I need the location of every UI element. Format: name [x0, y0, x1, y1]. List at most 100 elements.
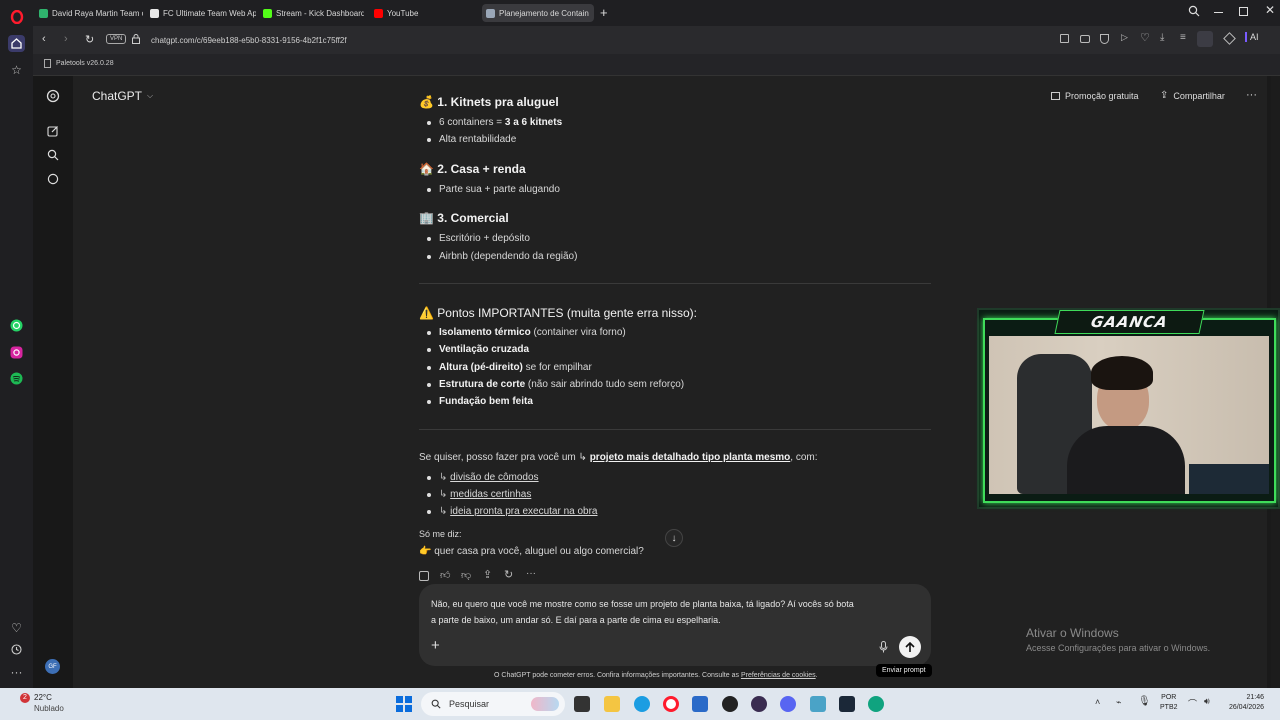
- app-icon-dark[interactable]: [722, 696, 738, 712]
- promo-button[interactable]: Promoção gratuita: [1051, 91, 1139, 101]
- maximize-button[interactable]: [1239, 7, 1248, 16]
- new-chat-icon[interactable]: [45, 123, 61, 139]
- chats-icon[interactable]: [45, 171, 61, 187]
- tab-label: YouTube: [387, 8, 419, 18]
- arrow-glyph: ↳: [578, 452, 587, 463]
- model-selector[interactable]: ChatGPT ⌵: [92, 89, 153, 103]
- history-icon[interactable]: [8, 641, 25, 658]
- list-item-bold: Altura (pé-direito): [439, 362, 523, 373]
- forward-icon[interactable]: ›: [64, 33, 68, 45]
- profile-avatar[interactable]: GF: [45, 659, 60, 674]
- close-button[interactable]: ✕: [1265, 3, 1275, 17]
- edge-icon[interactable]: [634, 696, 650, 712]
- search-icon[interactable]: [45, 147, 61, 163]
- star-icon[interactable]: ☆: [8, 61, 25, 78]
- microphone-icon[interactable]: [879, 641, 888, 653]
- play-icon[interactable]: ▷: [1121, 32, 1128, 43]
- tray-wifi-icon[interactable]: ⌒: [1188, 697, 1197, 710]
- copy-icon[interactable]: [419, 571, 429, 581]
- menu-icon[interactable]: ≡: [1180, 32, 1186, 43]
- language-code: POR: [1161, 694, 1177, 701]
- vpn-badge[interactable]: VPN: [106, 34, 127, 44]
- thumbs-up-icon[interactable]: 👍︎: [440, 569, 450, 581]
- cookie-prefs-link[interactable]: Preferências de cookies: [741, 672, 816, 679]
- tab-fc-ultimate[interactable]: FC Ultimate Team Web App: [146, 4, 256, 22]
- scroll-down-button[interactable]: ↓: [665, 529, 683, 547]
- keyboard-layout: PTB2: [1160, 704, 1178, 711]
- share-message-icon[interactable]: ⇪: [483, 568, 492, 581]
- list-item: Estrutura de corte (não sair abrindo tud…: [439, 379, 684, 390]
- option-link[interactable]: medidas certinhas: [450, 489, 531, 500]
- file-explorer-icon[interactable]: [604, 696, 620, 712]
- weather-widget[interactable]: 2 22°C Nublado: [18, 692, 78, 716]
- option-link[interactable]: ideia pronta pra executar na obra: [450, 506, 597, 517]
- instagram-icon[interactable]: [8, 344, 25, 361]
- shield-icon[interactable]: [1100, 34, 1109, 44]
- store-icon[interactable]: [692, 696, 708, 712]
- list-item: Escritório + depósito: [439, 233, 530, 244]
- favorite-icon[interactable]: ♡: [1140, 31, 1150, 44]
- list-bullet: [427, 383, 431, 387]
- prompt-composer[interactable]: Não, eu quero que você me mostre como se…: [419, 584, 931, 666]
- offer-link[interactable]: projeto mais detalhado tipo planta mesmo: [590, 452, 791, 463]
- tab-youtube[interactable]: YouTube: [370, 4, 475, 22]
- list-item: ↳ medidas certinhas: [439, 489, 531, 500]
- tab-david-raya[interactable]: David Raya Martin Team or: [35, 4, 143, 22]
- message-more-icon[interactable]: ···: [526, 568, 536, 579]
- tray-mic-icon[interactable]: 🎙︎: [1138, 696, 1151, 707]
- regenerate-icon[interactable]: ↻: [504, 568, 513, 581]
- share-button[interactable]: ⇪ Compartilhar: [1160, 90, 1225, 101]
- tab-chatgpt[interactable]: Planejamento de Contain: [482, 4, 594, 22]
- ai-button[interactable]: AI: [1245, 32, 1259, 42]
- tray-chevron-icon[interactable]: ˄: [1095, 697, 1100, 707]
- task-view-icon[interactable]: [574, 696, 590, 712]
- extensions-icon[interactable]: [1223, 32, 1236, 45]
- more-options-icon[interactable]: ···: [1246, 89, 1257, 101]
- taskbar-search[interactable]: Pesquisar: [421, 692, 565, 716]
- home-icon[interactable]: [8, 35, 25, 52]
- minimize-button[interactable]: [1214, 12, 1223, 13]
- obs-icon[interactable]: [751, 696, 767, 712]
- wallet-icon[interactable]: [1197, 31, 1213, 47]
- discord-icon[interactable]: [780, 696, 796, 712]
- start-button[interactable]: [396, 696, 412, 712]
- list-item: ↳ divisão de cômodos: [439, 472, 539, 483]
- tray-volume-icon[interactable]: 🔊︎: [1204, 696, 1210, 707]
- chevron-down-icon: ⌵: [147, 91, 154, 100]
- opera-taskbar-icon[interactable]: [663, 696, 679, 712]
- offer-paragraph: Se quiser, posso fazer pra você um ↳ pro…: [419, 452, 818, 463]
- send-tooltip: Enviar prompt: [876, 664, 932, 677]
- list-bullet: [427, 255, 431, 259]
- network-app-icon[interactable]: [810, 696, 826, 712]
- back-icon[interactable]: ‹: [42, 33, 46, 45]
- more-icon[interactable]: ···: [8, 663, 25, 680]
- language-indicator[interactable]: POR PTB2: [1160, 693, 1178, 713]
- chatgpt-taskbar-icon[interactable]: [868, 696, 884, 712]
- openai-logo-icon[interactable]: [45, 88, 61, 104]
- thumbs-down-icon[interactable]: 👎︎: [461, 569, 471, 581]
- camera-icon[interactable]: [1080, 35, 1090, 43]
- edit-icon[interactable]: [1060, 34, 1069, 43]
- list-item-text: se for empilhar: [522, 362, 592, 373]
- clock[interactable]: 21:46 26/04/2026: [1222, 693, 1264, 713]
- tab-kick-dashboard[interactable]: Stream - Kick Dashboard: [259, 4, 364, 22]
- steam-icon[interactable]: [839, 696, 855, 712]
- spotify-icon[interactable]: [8, 370, 25, 387]
- heart-icon[interactable]: ♡: [8, 619, 25, 636]
- option-link[interactable]: divisão de cômodos: [450, 472, 538, 483]
- new-tab-button[interactable]: +: [600, 5, 608, 20]
- whatsapp-icon[interactable]: [8, 317, 25, 334]
- tray-network-icon[interactable]: ⌁: [1116, 697, 1121, 708]
- download-icon[interactable]: ⤓: [1160, 32, 1164, 43]
- prompt-line-1: Não, eu quero que você me mostre como se…: [431, 599, 854, 609]
- attach-plus-icon[interactable]: +: [431, 637, 440, 654]
- url-field[interactable]: chatgpt.com/c/69eeb188-e5b0-8331-9156-4b…: [141, 32, 1041, 48]
- send-button[interactable]: [899, 636, 921, 658]
- share-icon: ⇪: [1160, 90, 1169, 101]
- opera-logo-icon[interactable]: [8, 8, 25, 25]
- prompt-text[interactable]: Não, eu quero que você me mostre como se…: [431, 596, 921, 628]
- tab-favicon-icon: [486, 8, 495, 18]
- reload-icon[interactable]: ↻: [85, 33, 94, 46]
- bookmark-paletools[interactable]: Paletools v26.0.28: [44, 59, 114, 68]
- search-tabs-icon[interactable]: [1188, 5, 1200, 17]
